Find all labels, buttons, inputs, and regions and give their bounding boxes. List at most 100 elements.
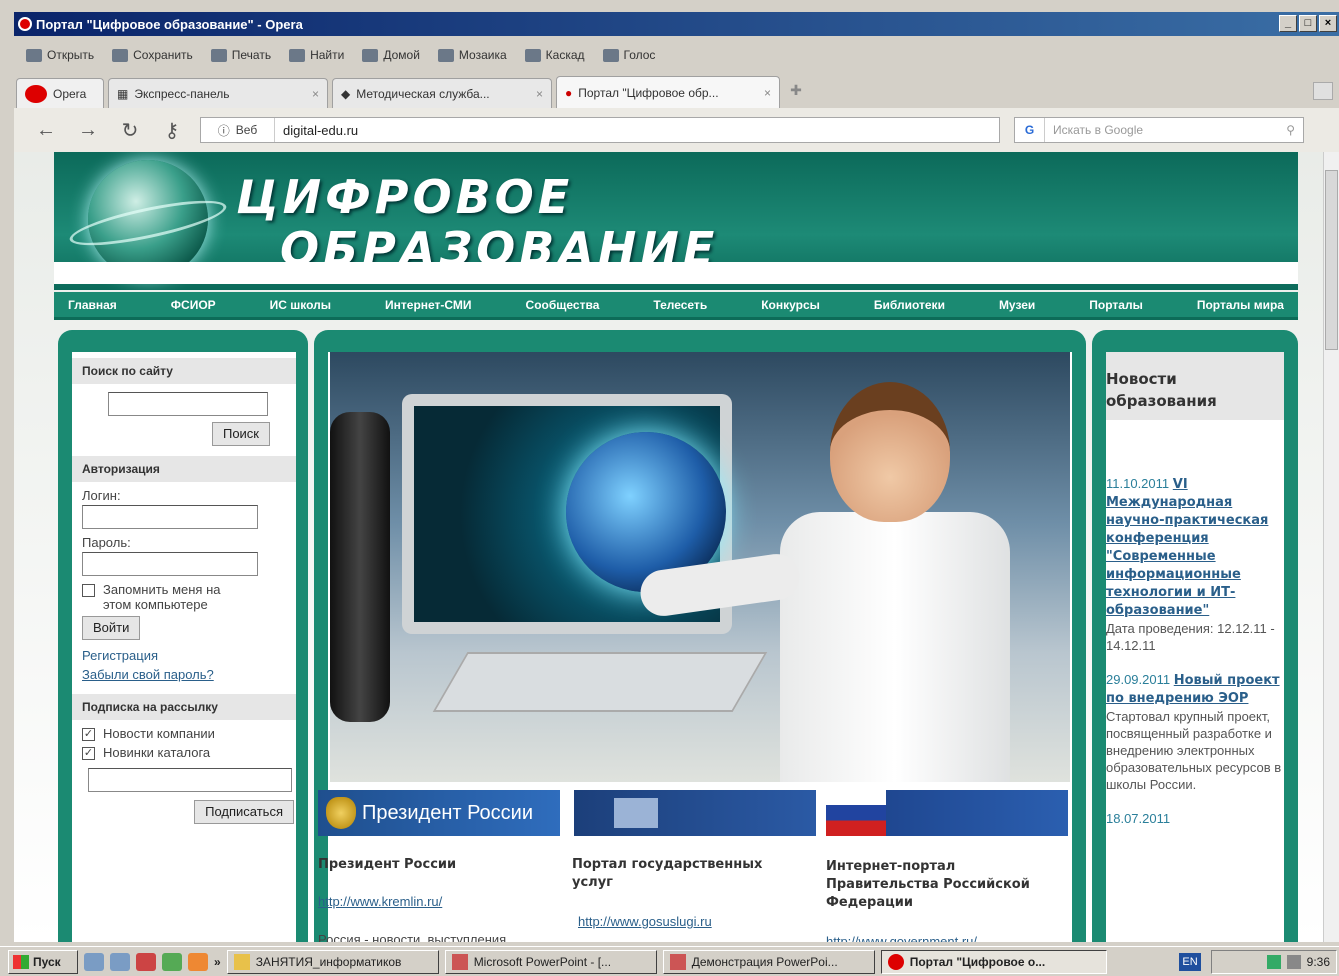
opera-logo-icon	[887, 953, 904, 970]
desktop-icon[interactable]	[110, 952, 130, 971]
nav-telenet[interactable]: Телесеть	[653, 298, 707, 312]
opera-menu-button[interactable]: Opera	[16, 78, 104, 108]
search-icon	[289, 48, 306, 62]
password-field[interactable]	[82, 552, 258, 576]
tab-speed-dial[interactable]: ▦ Экспресс-панель ×	[108, 78, 328, 108]
site-search-heading: Поиск по сайту	[72, 358, 296, 384]
nav-portals[interactable]: Порталы	[1089, 298, 1143, 312]
google-icon[interactable]: G	[1015, 118, 1045, 142]
home-button[interactable]: Домой	[362, 48, 420, 62]
url-text: digital-edu.ru	[283, 122, 359, 138]
language-indicator[interactable]: EN	[1179, 953, 1201, 971]
cascade-icon	[524, 48, 541, 62]
nav-communities[interactable]: Сообщества	[526, 298, 600, 312]
tab-close-icon[interactable]: ×	[536, 87, 543, 101]
government-building-icon	[614, 798, 658, 828]
card-link-kremlin[interactable]: http://www.kremlin.ru/	[318, 894, 558, 909]
voice-button[interactable]: Голос	[602, 48, 655, 62]
tab-bar: Opera ▦ Экспресс-панель × ◆ Методическая сл…	[14, 74, 1339, 108]
card-link-government[interactable]: http://www.government.ru/	[826, 934, 1066, 942]
app-icon[interactable]	[136, 952, 156, 971]
nav-world-portals[interactable]: Порталы мира	[1197, 298, 1284, 312]
home-icon	[362, 48, 379, 62]
site-search-input[interactable]	[108, 392, 268, 416]
task-powerpoint[interactable]: Microsoft PowerPoint - [...	[444, 949, 657, 974]
url-field[interactable]: ⓘ Веб digital-edu.ru	[200, 117, 1000, 143]
task-slideshow[interactable]: Демонстрация PowerPoi...	[662, 949, 875, 974]
card-link-gosuslugi[interactable]: http://www.gosuslugi.ru	[578, 914, 818, 929]
tab-digital-edu[interactable]: ● Портал "Цифровое обр... ×	[556, 76, 780, 108]
chevron-right-icon[interactable]: »	[214, 955, 221, 969]
remember-me-checkbox[interactable]: Запомнить меня на этом компьютере	[72, 582, 296, 612]
cascade-button[interactable]: Каскад	[524, 48, 585, 62]
system-tray: 9:36	[1211, 950, 1337, 974]
reload-icon[interactable]: ↻	[116, 118, 144, 143]
news-item: 11.10.2011 VI Международная научно-практ…	[1106, 476, 1284, 654]
news-item: 29.09.2011 Новый проект по внедрению ЭОР…	[1106, 672, 1284, 793]
site-nav: Главная ФСИОР ИС школы Интернет-СМИ Сооб…	[54, 292, 1298, 320]
task-folder[interactable]: ЗАНЯТИЯ_информатиков	[226, 949, 439, 974]
clock[interactable]: 9:36	[1307, 955, 1330, 969]
new-tab-button[interactable]: ✚	[784, 82, 808, 104]
news-body: Дата проведения: 12.12.11 - 14.12.11	[1106, 621, 1275, 653]
minimize-button[interactable]: _	[1279, 15, 1297, 32]
login-field[interactable]	[82, 505, 258, 529]
tab-method-service[interactable]: ◆ Методическая служба... ×	[332, 78, 552, 108]
app-icon[interactable]	[162, 952, 182, 971]
site-search-button[interactable]: Поиск	[211, 422, 270, 446]
tab-close-icon[interactable]: ×	[312, 87, 319, 101]
news-date: 29.09.2011	[1106, 672, 1171, 687]
banner-gosuslugi[interactable]	[574, 790, 816, 836]
nav-internet-media[interactable]: Интернет-СМИ	[385, 298, 472, 312]
tab-menu-button[interactable]	[1313, 82, 1333, 100]
login-button[interactable]: Войти	[82, 616, 141, 640]
title-bar: Портал "Цифровое образование" - Opera _ …	[14, 12, 1339, 36]
nav-fsior[interactable]: ФСИОР	[171, 298, 216, 312]
nav-is-school[interactable]: ИС школы	[270, 298, 331, 312]
subscribe-button[interactable]: Подписаться	[194, 800, 294, 824]
tile-button[interactable]: Мозаика	[437, 48, 507, 62]
address-bar: ← → ↻ ⚷ ⓘ Веб digital-edu.ru G Искать в G…	[14, 108, 1339, 152]
site-title-line1: ЦИФРОВОЕ	[236, 170, 574, 224]
app-icon[interactable]	[188, 952, 208, 971]
forgot-password-link[interactable]: Забыли свой пароль?	[72, 667, 296, 682]
print-button[interactable]: Печать	[210, 48, 271, 62]
key-icon[interactable]: ⚷	[158, 118, 186, 143]
task-opera[interactable]: Портал "Цифровое о...	[880, 949, 1107, 974]
security-zone[interactable]: ⓘ Веб	[201, 118, 275, 142]
printer-icon	[210, 48, 227, 62]
back-icon[interactable]: ←	[32, 119, 60, 142]
web-page: ЦИФРОВОЕ ОБРАЗОВАНИЕ Главная ФСИОР ИС шк…	[14, 152, 1323, 942]
checkbox-checked-icon: ✓	[82, 728, 95, 741]
nav-libraries[interactable]: Библиотеки	[874, 298, 945, 312]
find-button[interactable]: Найти	[289, 48, 344, 62]
forward-icon[interactable]: →	[74, 119, 102, 142]
banner-president[interactable]: Президент России	[318, 790, 560, 836]
subscribe-email-input[interactable]	[88, 768, 292, 792]
russian-flag-icon	[826, 790, 886, 836]
news-title-link[interactable]: VI Международная научно-практическая кон…	[1106, 477, 1268, 618]
save-button[interactable]: Сохранить	[112, 48, 193, 62]
sub-news-checkbox[interactable]: ✓ Новости компании	[72, 726, 296, 741]
ie-icon[interactable]	[84, 952, 104, 971]
site-header: ЦИФРОВОЕ ОБРАЗОВАНИЕ	[54, 152, 1298, 290]
open-button[interactable]: Открыть	[26, 48, 94, 62]
nav-museums[interactable]: Музеи	[999, 298, 1035, 312]
nav-home[interactable]: Главная	[68, 298, 117, 312]
network-icon[interactable]	[1266, 955, 1281, 969]
volume-icon[interactable]	[1286, 955, 1301, 969]
tab-close-icon[interactable]: ×	[764, 86, 771, 100]
register-link[interactable]: Регистрация	[72, 648, 296, 663]
nav-contests[interactable]: Конкурсы	[761, 298, 820, 312]
sub-catalog-checkbox[interactable]: ✓ Новинки каталога	[72, 745, 296, 760]
start-button[interactable]: Пуск	[8, 949, 78, 974]
banner-government[interactable]	[826, 790, 1068, 836]
scrollbar-thumb[interactable]	[1325, 170, 1338, 350]
vertical-scrollbar[interactable]	[1323, 152, 1339, 942]
password-label: Пароль:	[82, 535, 131, 550]
toolbar: Открыть Сохранить Печать Найти Домой Моз…	[14, 40, 1339, 70]
close-button[interactable]: ×	[1319, 15, 1337, 32]
maximize-button[interactable]: □	[1299, 15, 1317, 32]
search-icon[interactable]: ⚲	[1286, 123, 1303, 137]
search-field[interactable]: G Искать в Google ⚲	[1014, 117, 1304, 143]
